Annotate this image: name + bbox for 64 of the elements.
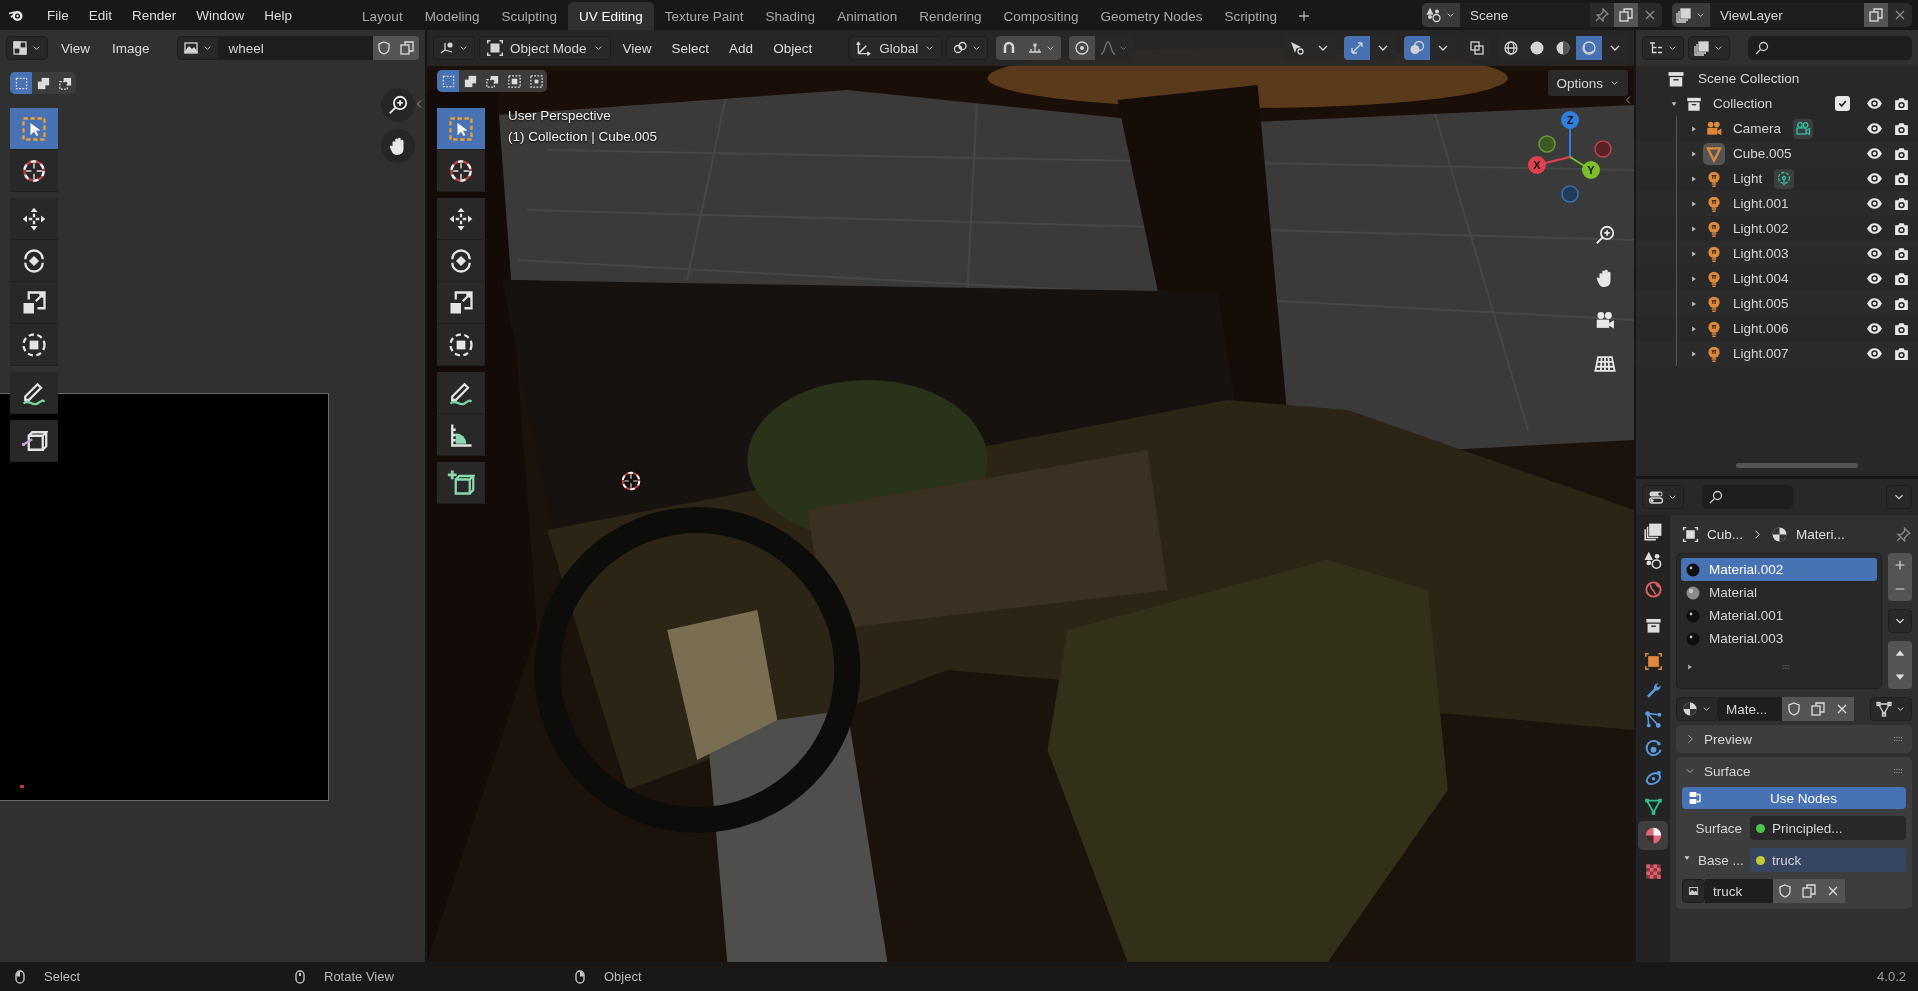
menu-item[interactable]: Render <box>123 3 186 27</box>
menu-item[interactable]: Add <box>721 36 762 60</box>
outliner-item-label[interactable]: Cube.005 <box>1729 146 1792 161</box>
image-name-field[interactable]: truck <box>1705 879 1773 903</box>
material-slot[interactable]: Material.003 <box>1681 627 1877 650</box>
workspace-tab[interactable]: Scripting <box>1213 2 1289 30</box>
use-nodes-button[interactable]: Use Nodes <box>1682 787 1906 809</box>
outliner-item-label[interactable]: Light.003 <box>1729 246 1789 261</box>
workspace-tab[interactable]: UV Editing <box>568 2 654 30</box>
outliner-item-label[interactable]: Light.004 <box>1729 271 1789 286</box>
shortcut-hint: Rotate View <box>324 969 394 984</box>
shader-field[interactable]: Principled... <box>1750 816 1906 840</box>
options-dropdown[interactable]: Options <box>1548 70 1628 96</box>
menu-item[interactable]: Image <box>103 36 159 60</box>
field-label: Surface <box>1694 820 1742 836</box>
workspace-tab[interactable]: Rendering <box>908 2 993 30</box>
outliner-item-label[interactable]: Light.007 <box>1729 346 1789 361</box>
workspace-tab[interactable]: Modeling <box>413 2 491 30</box>
mode-dropdown[interactable]: Object Mode <box>479 36 611 60</box>
material-slot[interactable]: Material.001 <box>1681 604 1877 627</box>
menu-item[interactable]: File <box>38 3 78 27</box>
view-name: User Perspective <box>508 108 611 123</box>
orientation-dropdown[interactable]: Global <box>848 36 943 60</box>
texture-field[interactable]: truck <box>1750 848 1906 872</box>
panel-header[interactable]: Preview <box>1676 725 1912 753</box>
outliner-item-label[interactable]: Camera <box>1729 121 1781 136</box>
axis-handle[interactable]: X <box>1528 156 1571 174</box>
menu-item[interactable]: Help <box>255 3 302 27</box>
shortcut-hint: Select <box>44 969 81 984</box>
image-name-field[interactable]: wheel <box>218 36 373 60</box>
menu-item[interactable]: View <box>614 36 660 60</box>
workspace-tab[interactable]: Shading <box>754 2 827 30</box>
outliner-item-label[interactable]: Light.001 <box>1729 196 1789 211</box>
outliner-item-label[interactable]: Scene Collection <box>1694 71 1800 86</box>
shortcut-hint: Object <box>604 969 642 984</box>
workspace-tab[interactable]: Geometry Nodes <box>1089 2 1214 30</box>
outliner-item-label[interactable]: Light.002 <box>1729 221 1789 236</box>
menu-item[interactable]: Object <box>765 36 821 60</box>
context-label: (1) Collection | Cube.005 <box>508 129 658 144</box>
field-label-text: Base ... <box>1698 852 1744 868</box>
menu-item[interactable]: Edit <box>79 3 122 27</box>
workspace-tab[interactable]: Compositing <box>992 2 1090 30</box>
menu-item[interactable]: Select <box>663 36 718 60</box>
workspace-tab[interactable]: Sculpting <box>490 2 568 30</box>
outliner-item-label[interactable]: Light.005 <box>1729 296 1789 311</box>
workspace-tab[interactable]: Animation <box>826 2 909 30</box>
material-slot[interactable]: Material.002 <box>1681 558 1877 581</box>
workspace-tab[interactable]: Texture Paint <box>653 2 755 30</box>
breadcrumb-item: Cub... <box>1707 526 1744 542</box>
workspace-tab[interactable]: Layout <box>351 2 414 30</box>
outliner-item-label[interactable]: Collection <box>1709 96 1773 111</box>
scene-field[interactable]: Scene <box>1460 3 1590 27</box>
material-slot[interactable]: Material <box>1681 581 1877 604</box>
version-label: 4.0.2 <box>1877 969 1906 984</box>
menu-item[interactable]: View <box>52 36 100 60</box>
menu-item[interactable]: Window <box>187 3 254 27</box>
breadcrumb-item: Materi... <box>1796 526 1845 542</box>
panel-header[interactable]: Surface <box>1676 757 1912 785</box>
axis-handle[interactable]: Z <box>1561 111 1579 158</box>
axis-handle[interactable]: Y <box>1569 156 1600 179</box>
outliner-item-label[interactable]: Light <box>1729 171 1763 186</box>
outliner-item-label[interactable]: Light.006 <box>1729 321 1789 336</box>
view-layer-field[interactable]: ViewLayer <box>1710 3 1864 27</box>
material-name-field[interactable]: Mate... <box>1718 697 1782 721</box>
